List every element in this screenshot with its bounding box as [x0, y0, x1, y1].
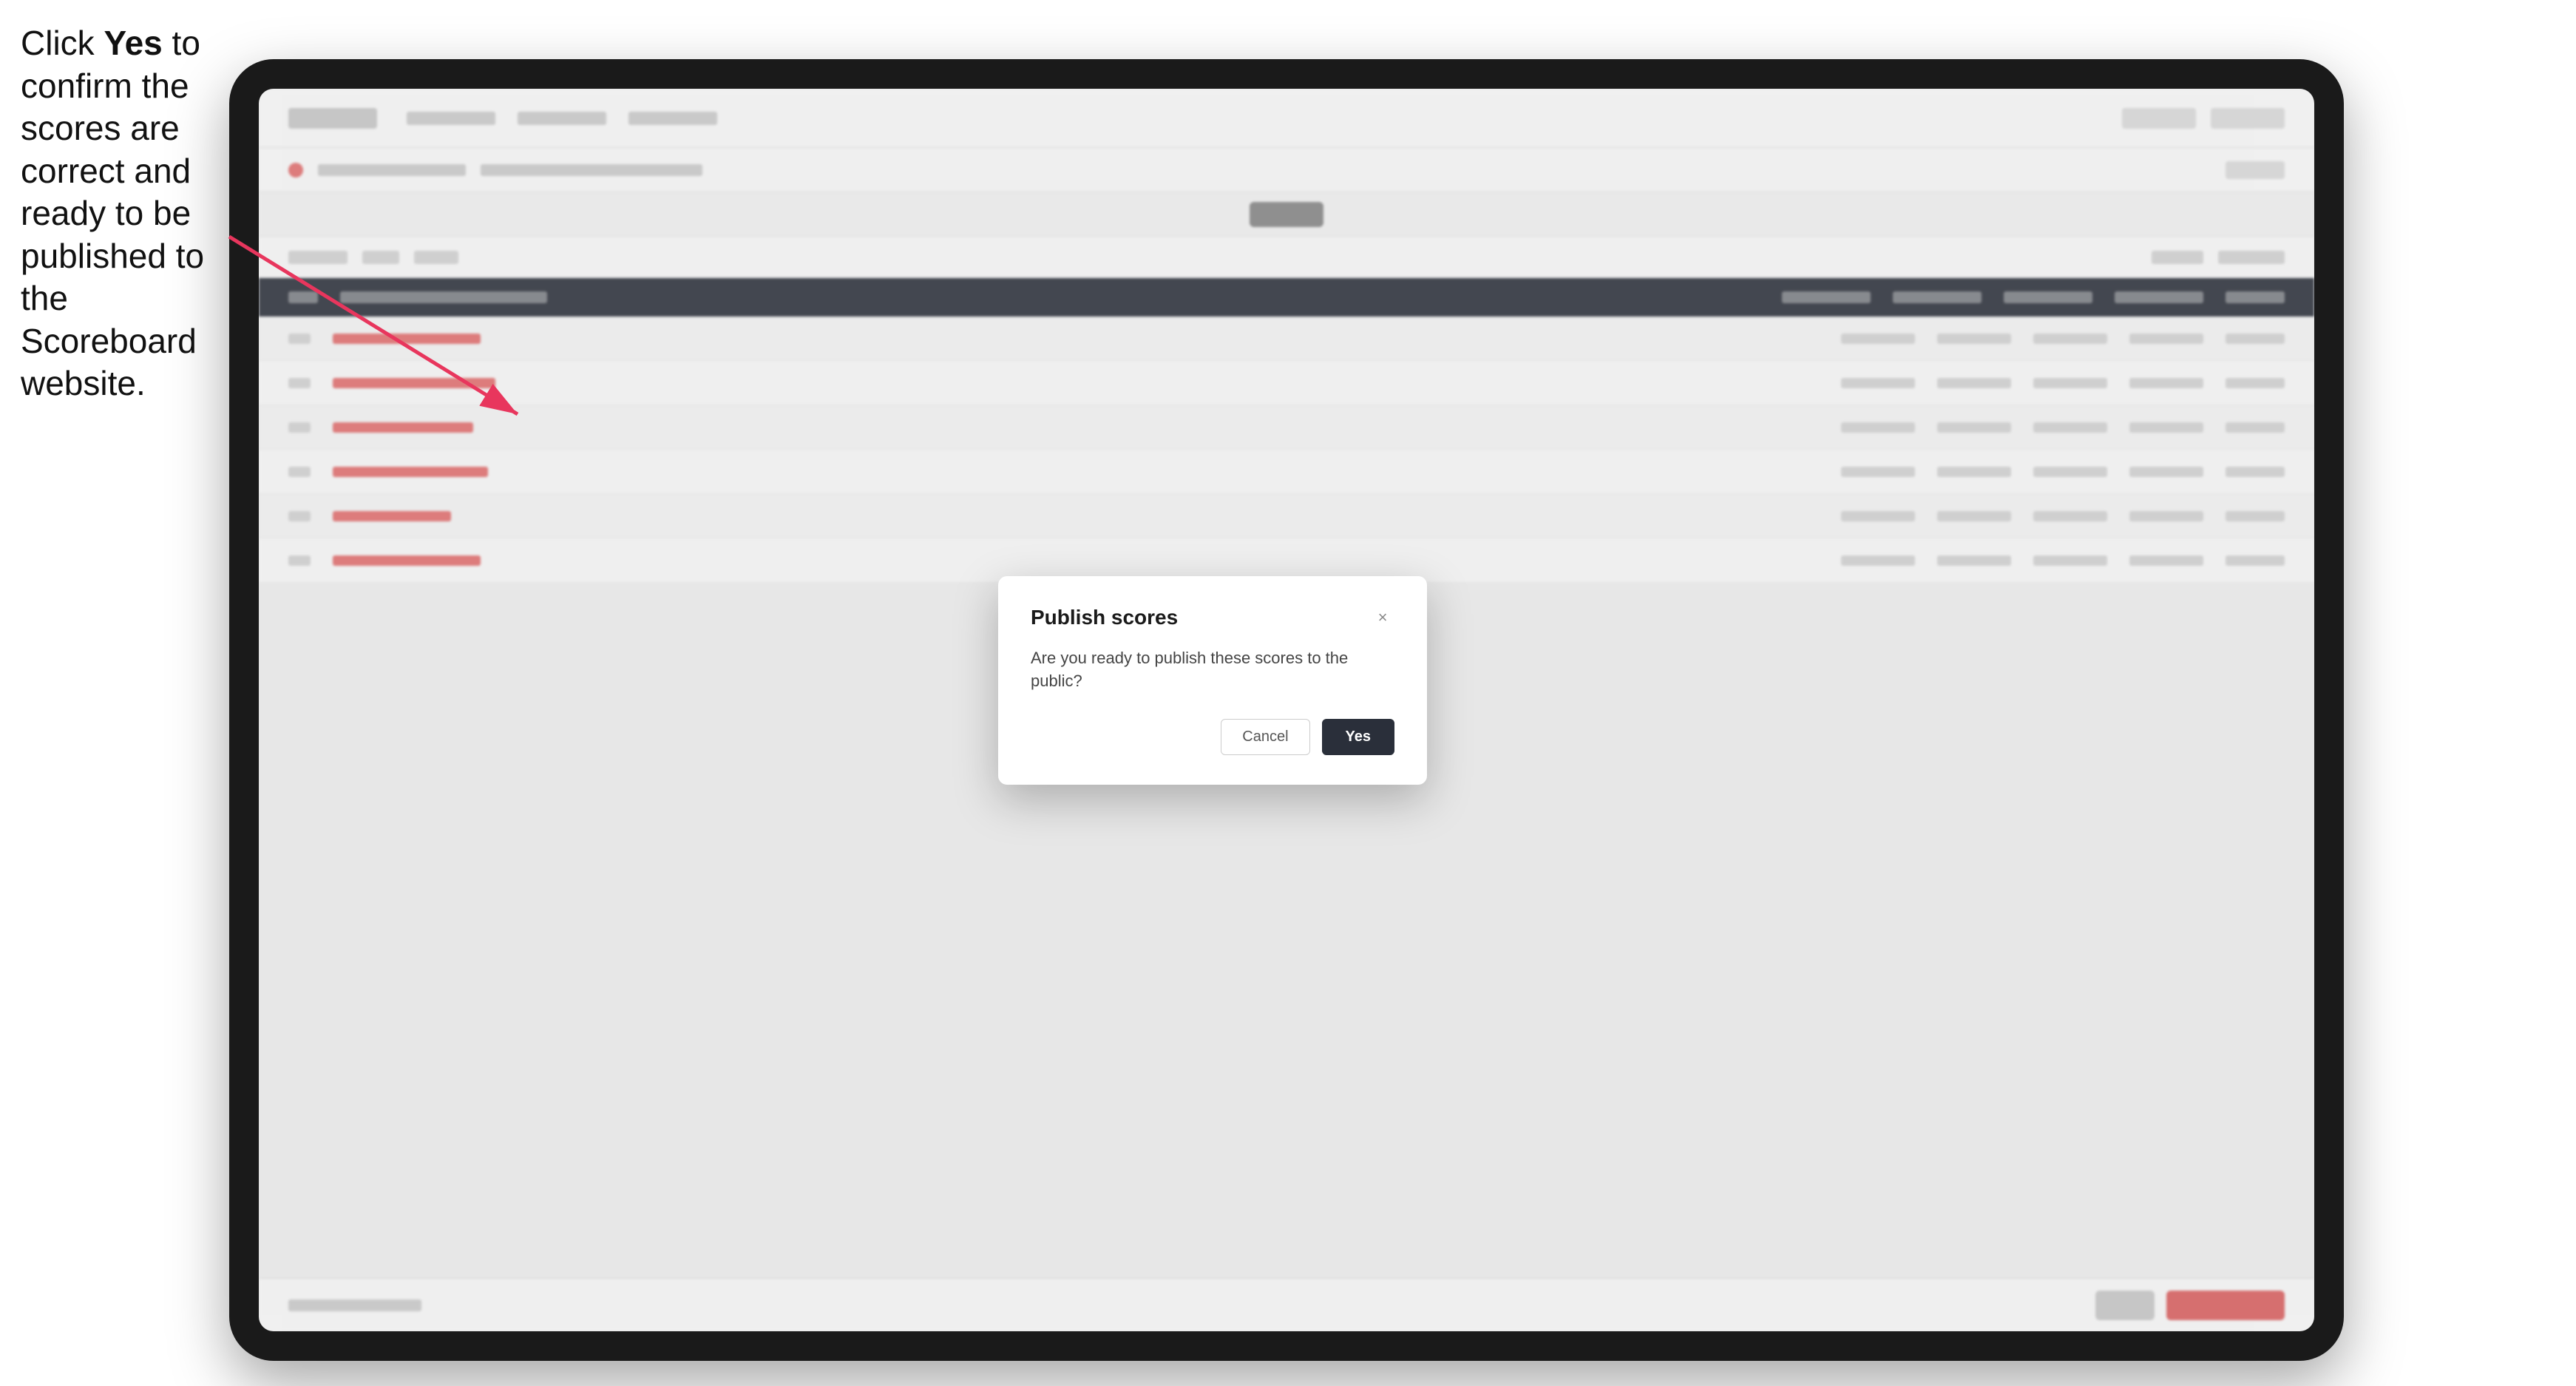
modal-body-text: Are you ready to publish these scores to… — [1031, 647, 1394, 693]
modal-close-button[interactable]: × — [1371, 606, 1394, 629]
tablet-device: Publish scores × Are you ready to publis… — [229, 59, 2344, 1361]
modal-overlay: Publish scores × Are you ready to publis… — [259, 89, 2314, 1331]
modal-title: Publish scores — [1031, 606, 1178, 629]
modal-confirm-button[interactable]: Yes — [1322, 719, 1394, 755]
tablet-screen: Publish scores × Are you ready to publis… — [259, 89, 2314, 1331]
modal-footer: Cancel Yes — [1031, 719, 1394, 755]
instruction-text: Click Yes to confirm the scores are corr… — [21, 22, 235, 405]
publish-scores-dialog: Publish scores × Are you ready to publis… — [998, 576, 1427, 785]
modal-header: Publish scores × — [1031, 606, 1394, 629]
instruction-text-part1: Click — [21, 24, 104, 62]
instruction-bold: Yes — [104, 24, 162, 62]
instruction-text-part2: to confirm the scores are correct and re… — [21, 24, 204, 402]
modal-cancel-button[interactable]: Cancel — [1221, 719, 1309, 755]
